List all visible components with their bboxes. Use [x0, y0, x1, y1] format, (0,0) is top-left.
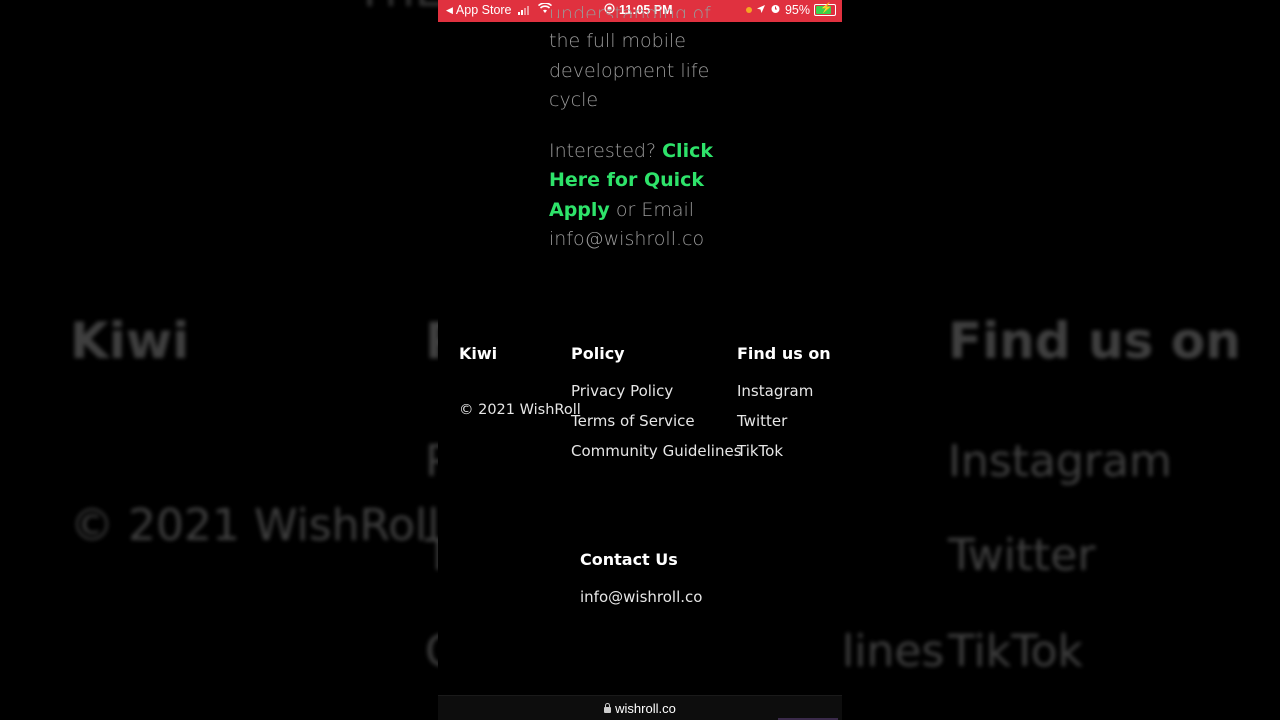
- battery-icon: ⚡: [814, 3, 836, 16]
- mic-indicator-icon: [745, 7, 752, 13]
- alarm-icon: [770, 3, 781, 17]
- bg-find-us: Find us on: [948, 312, 1241, 370]
- location-icon: [756, 3, 766, 17]
- battery-percent: 95%: [784, 3, 810, 17]
- contact-email-link[interactable]: info@wishroll.co: [580, 588, 702, 606]
- back-arrow-icon: ◀: [446, 4, 453, 15]
- policy-heading: Policy: [571, 344, 625, 363]
- footer-policy-column: Policy Privacy Policy Terms of Service C…: [571, 344, 742, 460]
- apply-paragraph: Interested? Click Here for Quick Apply o…: [549, 137, 729, 255]
- back-app-label: App Store: [455, 3, 512, 17]
- tiktok-link[interactable]: TikTok: [737, 442, 783, 460]
- community-guidelines-link[interactable]: Community Guidelines: [571, 442, 742, 460]
- signal-icon: [517, 5, 529, 15]
- bg-top-fragment: ThE: [355, 0, 445, 18]
- privacy-policy-link[interactable]: Privacy Policy: [571, 382, 673, 400]
- contact-heading: Contact Us: [580, 550, 678, 569]
- phone-screen: ◀ App Store 11:05 PM 95% ⚡ understanding…: [438, 0, 842, 720]
- footer-social-column: Find us on Instagram Twitter TikTok: [737, 344, 831, 460]
- bg-copyright: © 2021 WishRoll: [70, 500, 440, 551]
- bg-twitter: Twitter: [948, 530, 1096, 581]
- apply-prefix: Interested?: [549, 139, 657, 162]
- url-domain: wishroll.co: [615, 700, 676, 716]
- twitter-link[interactable]: Twitter: [737, 412, 787, 430]
- bg-tiktok: TikTok: [948, 626, 1084, 677]
- cut-off-text: understanding of: [549, 3, 711, 18]
- job-description: understanding of the full mobile develop…: [549, 3, 729, 255]
- lock-icon: [604, 702, 612, 713]
- bg-guidelines-tail: lines: [842, 626, 945, 677]
- bg-kiwi: Kiwi: [70, 312, 190, 370]
- terms-of-service-link[interactable]: Terms of Service: [571, 412, 695, 430]
- body-text: the full mobile development life cycle: [549, 30, 710, 111]
- footer-contact: Contact Us info@wishroll.co: [580, 550, 702, 606]
- instagram-link[interactable]: Instagram: [737, 382, 813, 400]
- footer-copyright: © 2021 WishRoll: [459, 402, 581, 418]
- footer-brand: Kiwi: [459, 344, 498, 363]
- bg-instagram: Instagram: [948, 436, 1172, 487]
- status-right: 95% ⚡: [745, 3, 836, 17]
- address-bar[interactable]: wishroll.co: [438, 695, 842, 720]
- back-to-app[interactable]: ◀ App Store: [446, 2, 552, 17]
- find-us-heading: Find us on: [737, 344, 831, 363]
- footer-brand-column: Kiwi © 2021 WishRoll: [459, 344, 581, 418]
